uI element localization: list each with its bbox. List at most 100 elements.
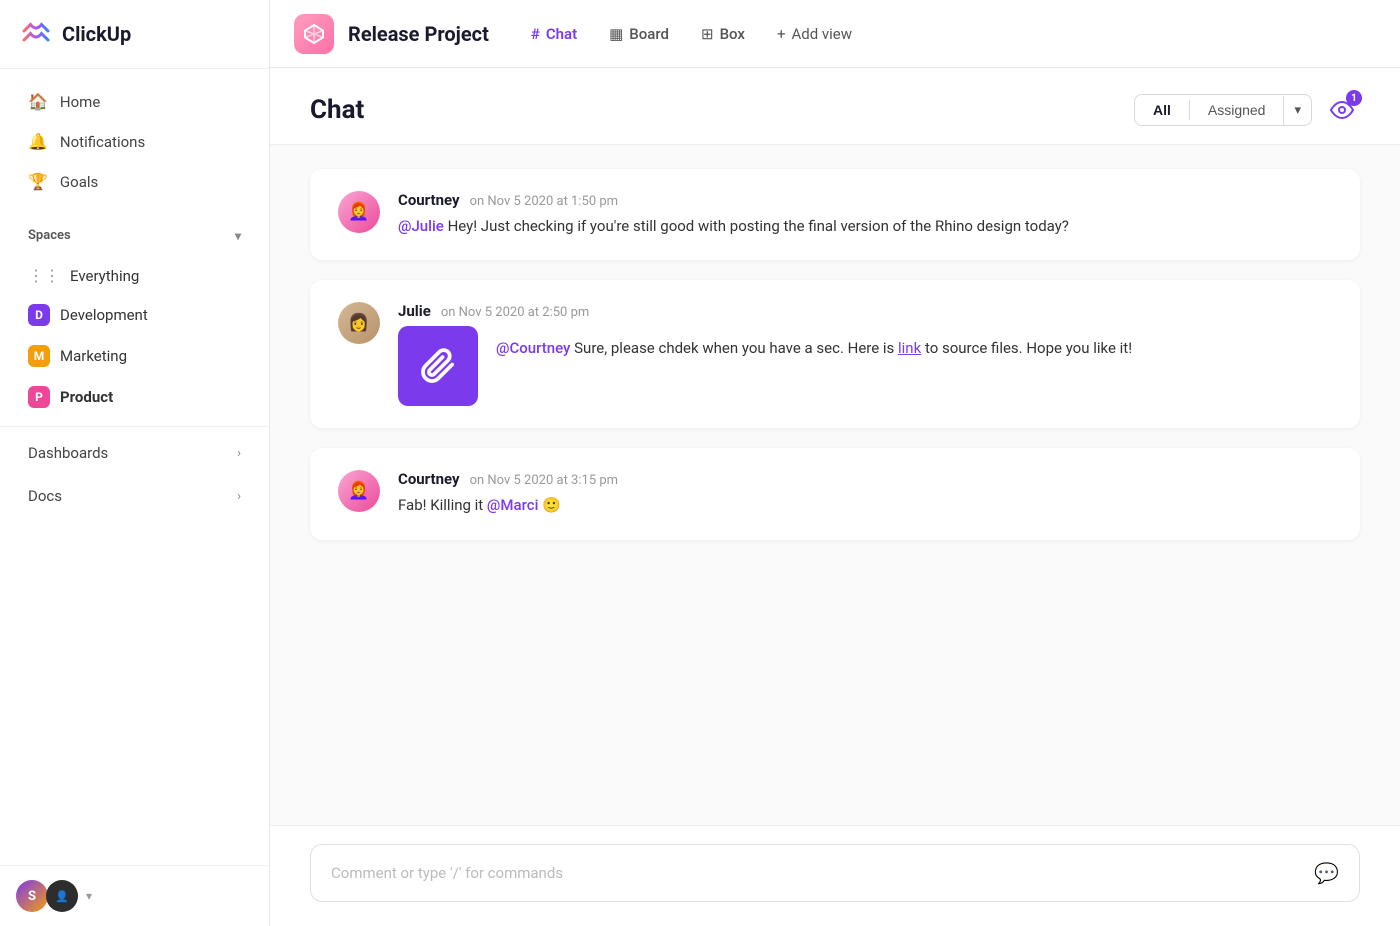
avatar-julie: 👩 <box>338 302 380 344</box>
avatar-dark: 👤 <box>46 880 78 912</box>
topbar-tabs: # Chat ▦ Board ⊞ Box + Add view <box>517 19 1376 49</box>
app-name: ClickUp <box>62 22 131 46</box>
cube-icon <box>302 22 326 46</box>
sidebar-item-home[interactable]: 🏠 Home <box>8 82 261 121</box>
tab-board-label: Board <box>629 25 669 43</box>
msg-time-1: on Nov 5 2020 at 1:50 pm <box>470 194 618 209</box>
filter-btn-group: All Assigned ▾ <box>1134 94 1312 126</box>
chat-area: Chat All Assigned ▾ 1 <box>270 68 1400 926</box>
filter-all-button[interactable]: All <box>1135 95 1189 125</box>
filter-assigned-button[interactable]: Assigned <box>1190 95 1284 125</box>
messages-area: 👩‍🦰 Courtney on Nov 5 2020 at 1:50 pm @J… <box>270 145 1400 825</box>
msg-time-2: on Nov 5 2020 at 2:50 pm <box>441 305 589 320</box>
mention-julie[interactable]: @Julie <box>398 217 444 235</box>
footer-chevron-icon[interactable]: ▾ <box>86 889 92 903</box>
message-text-1: @Julie Hey! Just checking if you're stil… <box>398 215 1332 238</box>
bell-icon: 🔔 <box>28 132 48 151</box>
box-icon: ⊞ <box>701 25 714 43</box>
message-text-3: Fab! Killing it @Marci 🙂 <box>398 494 1332 517</box>
msg-text-content-1: Hey! Just checking if you're still good … <box>448 217 1069 235</box>
attachment-icon[interactable] <box>398 326 478 406</box>
chat-header: Chat All Assigned ▾ 1 <box>270 68 1400 145</box>
sidebar-item-development[interactable]: D Development <box>8 295 261 335</box>
tab-box[interactable]: ⊞ Box <box>687 19 759 49</box>
eye-button[interactable]: 1 <box>1324 92 1360 128</box>
hash-icon: # <box>531 25 540 43</box>
project-icon <box>294 14 334 54</box>
sidebar-footer: S 👤 ▾ <box>0 865 269 926</box>
sidebar-item-home-label: Home <box>60 93 100 111</box>
tab-board[interactable]: ▦ Board <box>595 19 683 49</box>
development-badge: D <box>28 304 50 326</box>
sidebar-bottom: Dashboards › Docs › <box>0 426 269 518</box>
sidebar-item-docs[interactable]: Docs › <box>8 475 261 517</box>
chevron-right-icon: › <box>237 446 241 461</box>
chat-header-right: All Assigned ▾ 1 <box>1134 92 1360 128</box>
tab-chat-label: Chat <box>546 25 577 43</box>
table-row: 👩 Julie on Nov 5 2020 at 2:50 pm <box>310 280 1360 428</box>
sidebar-item-product[interactable]: P Product <box>8 377 261 417</box>
chevron-down-icon: ▾ <box>235 229 241 243</box>
filter-dropdown-button[interactable]: ▾ <box>1283 96 1311 125</box>
sidebar-item-everything-label: Everything <box>70 267 139 285</box>
attachment-text: @Courtney Sure, please chdek when you ha… <box>496 326 1132 360</box>
message-body-3: Courtney on Nov 5 2020 at 3:15 pm Fab! K… <box>398 470 1332 517</box>
message-meta-3: Courtney on Nov 5 2020 at 3:15 pm <box>398 470 1332 488</box>
table-row: 👩‍🦰 Courtney on Nov 5 2020 at 3:15 pm Fa… <box>310 448 1360 539</box>
chevron-right-icon-docs: › <box>237 489 241 504</box>
sidebar-item-product-label: Product <box>60 388 113 406</box>
table-row: 👩‍🦰 Courtney on Nov 5 2020 at 1:50 pm @J… <box>310 169 1360 260</box>
message-meta-1: Courtney on Nov 5 2020 at 1:50 pm <box>398 191 1332 209</box>
sidebar-item-goals-label: Goals <box>60 173 98 191</box>
sidebar: ClickUp 🏠 Home 🔔 Notifications 🏆 Goals S… <box>0 0 270 926</box>
sidebar-item-goals[interactable]: 🏆 Goals <box>8 162 261 201</box>
message-body-2: Julie on Nov 5 2020 at 2:50 pm @Courtney… <box>398 302 1332 406</box>
source-link[interactable]: link <box>898 339 921 357</box>
msg-author-3: Courtney <box>398 470 460 488</box>
comment-box-wrap: Comment or type '/' for commands 💬 <box>270 825 1400 926</box>
sidebar-item-development-label: Development <box>60 306 148 324</box>
notification-badge: 1 <box>1346 90 1362 106</box>
sidebar-item-notifications[interactable]: 🔔 Notifications <box>8 122 261 161</box>
message-meta-2: Julie on Nov 5 2020 at 2:50 pm <box>398 302 1332 320</box>
logo-area: ClickUp <box>0 0 269 69</box>
comment-input[interactable]: Comment or type '/' for commands 💬 <box>310 844 1360 902</box>
attachment-row: @Courtney Sure, please chdek when you ha… <box>398 326 1332 406</box>
tab-chat[interactable]: # Chat <box>517 19 591 49</box>
chevron-down-filter-icon: ▾ <box>1294 103 1301 118</box>
marketing-badge: M <box>28 345 50 367</box>
add-view-button[interactable]: + Add view <box>763 19 866 49</box>
chat-title: Chat <box>310 95 364 125</box>
comment-placeholder: Comment or type '/' for commands <box>331 864 563 882</box>
main-content: Release Project # Chat ▦ Board ⊞ Box + A… <box>270 0 1400 926</box>
sidebar-item-everything[interactable]: ⋮⋮ Everything <box>8 257 261 294</box>
plus-icon: + <box>777 25 786 43</box>
msg-time-3: on Nov 5 2020 at 3:15 pm <box>470 473 618 488</box>
sidebar-item-marketing[interactable]: M Marketing <box>8 336 261 376</box>
home-icon: 🏠 <box>28 92 48 111</box>
trophy-icon: 🏆 <box>28 172 48 191</box>
msg-emoji: 🙂 <box>542 496 561 514</box>
avatar-courtney-2: 👩‍🦰 <box>338 470 380 512</box>
spaces-label: Spaces <box>28 228 71 243</box>
tab-box-label: Box <box>720 25 745 43</box>
attachment-text-end: to source files. Hope you like it! <box>925 339 1132 357</box>
add-view-label: Add view <box>791 25 852 43</box>
chat-bubble-icon: 💬 <box>1314 861 1339 885</box>
avatar-s: S <box>16 880 48 912</box>
product-badge: P <box>28 386 50 408</box>
message-body-1: Courtney on Nov 5 2020 at 1:50 pm @Julie… <box>398 191 1332 238</box>
attachment-text-main: Sure, please chdek when you have a sec. … <box>574 339 898 357</box>
msg-author-1: Courtney <box>398 191 460 209</box>
msg-author-2: Julie <box>398 302 431 320</box>
msg-text-fab: Fab! Killing it <box>398 496 487 514</box>
topbar: Release Project # Chat ▦ Board ⊞ Box + A… <box>270 0 1400 68</box>
avatar-courtney-1: 👩‍🦰 <box>338 191 380 233</box>
sidebar-item-dashboards[interactable]: Dashboards › <box>8 432 261 474</box>
spaces-header[interactable]: Spaces ▾ <box>8 218 261 253</box>
mention-marci[interactable]: @Marci <box>487 496 538 514</box>
mention-courtney[interactable]: @Courtney <box>496 339 570 357</box>
sidebar-docs-label: Docs <box>28 487 62 505</box>
sidebar-dashboards-label: Dashboards <box>28 444 108 462</box>
spaces-section: Spaces ▾ ⋮⋮ Everything D Development M M… <box>0 214 269 418</box>
